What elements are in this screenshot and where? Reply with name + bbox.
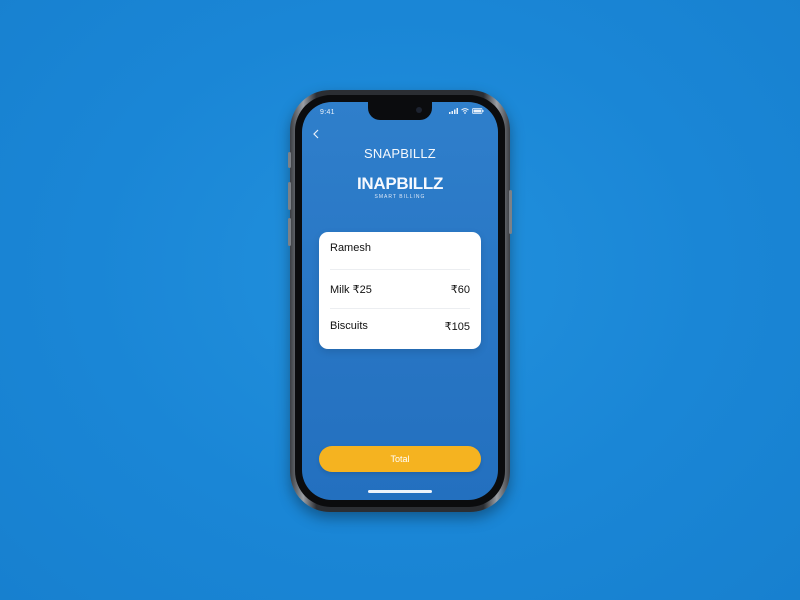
notch	[368, 102, 432, 120]
wifi-icon	[461, 108, 469, 114]
background: 9:41 SNAPBILLZ INAPBILLZ SMART BILLING R…	[0, 0, 800, 600]
bill-item-row[interactable]: Milk ₹25 ₹60	[330, 283, 470, 296]
brand-logo-text: INAPBILLZ	[356, 174, 444, 193]
divider	[330, 269, 470, 270]
chevron-left-icon	[313, 129, 319, 139]
bill-item-row[interactable]: Biscuits ₹105	[330, 320, 470, 333]
phone-frame: 9:41 SNAPBILLZ INAPBILLZ SMART BILLING R…	[288, 90, 512, 512]
home-indicator[interactable]	[368, 490, 432, 493]
brand-tagline: SMART BILLING	[374, 194, 426, 200]
item-name: Biscuits	[330, 320, 368, 332]
battery-icon	[472, 108, 484, 114]
total-button[interactable]: Total	[319, 446, 481, 472]
back-button[interactable]	[312, 128, 326, 142]
signal-icon	[449, 108, 458, 114]
status-time: 9:41	[320, 109, 335, 116]
volume-down-button	[288, 218, 291, 246]
status-icons	[449, 108, 484, 114]
camera-icon	[416, 107, 422, 113]
volume-up-button	[288, 182, 291, 210]
mute-switch	[288, 152, 291, 168]
item-name: Milk ₹25	[330, 284, 372, 296]
divider	[330, 308, 470, 309]
bill-card: Ramesh Milk ₹25 ₹60 Biscuits ₹105	[319, 232, 481, 349]
app-screen: 9:41 SNAPBILLZ INAPBILLZ SMART BILLING R…	[302, 102, 498, 500]
customer-name: Ramesh	[330, 242, 371, 254]
item-price: ₹60	[450, 284, 470, 296]
app-title: SNAPBILLZ	[364, 146, 436, 161]
power-button	[509, 190, 512, 234]
item-price: ₹105	[444, 321, 470, 333]
